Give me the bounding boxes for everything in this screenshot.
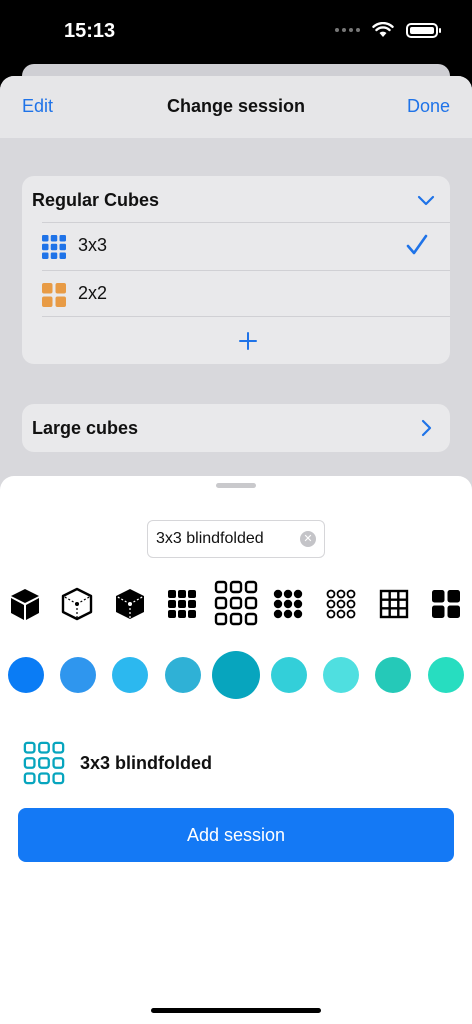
color-swatch[interactable] <box>323 657 359 693</box>
add-session-button[interactable]: Add session <box>18 808 454 862</box>
grid-3x3-outline-icon <box>23 741 65 785</box>
session-item-2x2[interactable]: 2x2 <box>42 270 450 316</box>
battery-icon <box>406 22 441 38</box>
grid-3x3-outline-icon[interactable] <box>214 580 258 626</box>
nav-bar: Edit Change session Done <box>0 76 472 138</box>
color-swatch[interactable] <box>165 657 201 693</box>
page-title: Change session <box>166 96 306 116</box>
session-group-regular-cubes: Regular Cubes 3x3 2x2 <box>22 176 450 364</box>
dots-3x3-icon[interactable] <box>268 584 308 624</box>
chevron-right-icon[interactable] <box>416 418 436 438</box>
status-icons <box>335 22 441 38</box>
color-swatch[interactable] <box>60 657 96 693</box>
wifi-icon <box>372 22 394 37</box>
grid-3x3-rounded-icon[interactable] <box>162 584 202 624</box>
grid-lines-icon[interactable] <box>374 584 414 624</box>
color-swatch[interactable] <box>271 657 307 693</box>
home-indicator <box>151 1008 321 1013</box>
session-item-label: 3x3 <box>78 235 108 255</box>
checkmark-icon <box>406 234 428 255</box>
color-swatch[interactable] <box>112 657 148 693</box>
session-name-input[interactable] <box>156 521 296 557</box>
clear-icon[interactable]: ✕ <box>300 531 316 547</box>
preview-label: 3x3 blindfolded <box>80 753 213 773</box>
sheet-grabber[interactable] <box>216 483 256 488</box>
done-button[interactable]: Done <box>407 96 450 117</box>
color-picker <box>0 650 472 700</box>
group-title[interactable]: Regular Cubes <box>32 190 159 211</box>
color-swatch[interactable] <box>212 651 260 699</box>
session-group-large-cubes[interactable]: Large cubes <box>22 404 450 452</box>
session-name-field[interactable]: ✕ <box>147 520 325 558</box>
grid-2x2-icon[interactable] <box>426 584 466 624</box>
session-item-3x3[interactable]: 3x3 <box>42 222 450 268</box>
cube-wireframe-icon[interactable] <box>57 584 97 624</box>
status-time: 15:13 <box>64 20 116 42</box>
grid-3x3-icon <box>42 235 66 259</box>
plus-icon[interactable] <box>238 331 258 351</box>
new-session-sheet: ✕ <box>0 476 472 1024</box>
status-bar: 15:13 <box>0 0 472 66</box>
group-title: Large cubes <box>32 418 139 438</box>
color-swatch[interactable] <box>8 657 44 693</box>
cellular-signal-icon <box>335 28 360 32</box>
session-item-label: 2x2 <box>78 283 108 303</box>
cube-solid-icon[interactable] <box>5 584 45 624</box>
color-swatch[interactable] <box>428 657 464 693</box>
grid-2x2-icon <box>42 283 66 307</box>
cube-scrambled-icon[interactable] <box>110 584 150 624</box>
icon-picker <box>0 580 472 628</box>
chevron-down-icon[interactable] <box>416 190 436 210</box>
rings-3x3-icon[interactable] <box>321 584 361 624</box>
color-swatch[interactable] <box>375 657 411 693</box>
add-session-row[interactable] <box>42 316 450 364</box>
